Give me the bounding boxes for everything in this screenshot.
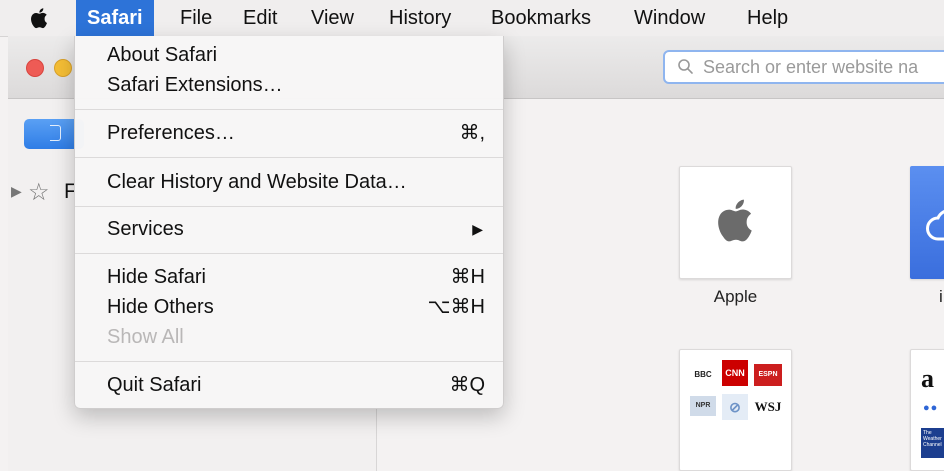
menu-separator	[75, 253, 503, 254]
menu-item-quit-safari[interactable]: Quit Safari ⌘Q	[75, 370, 503, 400]
menu-item-show-all: Show All	[75, 322, 503, 352]
menu-item-hide-safari[interactable]: Hide Safari ⌘H	[75, 262, 503, 292]
cloud-icon	[926, 210, 944, 241]
menu-item-preferences[interactable]: Preferences… ⌘,	[75, 118, 503, 148]
menu-item-label: Show All	[107, 326, 184, 348]
star-icon: ☆	[28, 179, 50, 206]
compass-icon: ⊘	[722, 394, 748, 420]
top-site-label-icloud: i	[939, 287, 943, 306]
top-site-tile-apple[interactable]	[679, 166, 792, 279]
apple-menu-icon[interactable]	[30, 6, 52, 30]
menu-separator	[75, 361, 503, 362]
menu-item-about-safari[interactable]: About Safari	[75, 40, 503, 70]
menu-item-shortcut: ⌘H	[450, 266, 485, 288]
menu-edit[interactable]: Edit	[233, 0, 287, 36]
menu-item-services[interactable]: Services ▶	[75, 214, 503, 244]
menu-item-label: Preferences…	[107, 122, 235, 144]
search-placeholder: Search or enter website na	[703, 57, 919, 77]
flickr-logo-icon: ●●	[923, 402, 939, 414]
menu-item-label: Services	[107, 218, 184, 240]
menu-item-shortcut: ⌘,	[459, 122, 485, 144]
menu-item-label: About Safari	[107, 44, 218, 66]
menu-item-label: Hide Others	[107, 296, 214, 318]
apple-logo-icon	[718, 199, 752, 242]
menu-item-label: Safari Extensions…	[107, 74, 283, 96]
espn-logo: ESPN	[754, 364, 782, 386]
close-window-button[interactable]	[26, 59, 44, 77]
cnn-logo: CNN	[722, 360, 748, 386]
wsj-logo: WSJ	[754, 399, 782, 414]
menu-view[interactable]: View	[301, 0, 364, 36]
menu-item-label: Clear History and Website Data…	[107, 171, 407, 193]
menu-item-safari-extensions[interactable]: Safari Extensions…	[75, 70, 503, 100]
top-site-label-apple: Apple	[713, 287, 758, 306]
safari-dropdown-menu: About Safari Safari Extensions… Preferen…	[74, 36, 504, 409]
menu-item-label: Hide Safari	[107, 266, 206, 288]
menu-item-shortcut: ⌥⌘H	[427, 296, 486, 318]
submenu-arrow-icon: ▶	[472, 221, 483, 237]
menu-separator	[75, 206, 503, 207]
menu-separator	[75, 157, 503, 158]
weather-channel-logo: The Weather Channel	[921, 428, 944, 458]
menu-item-shortcut: ⌘Q	[449, 374, 485, 396]
menu-file[interactable]: File	[170, 0, 222, 36]
top-site-tile-icloud[interactable]	[910, 166, 944, 279]
menu-item-label: Quit Safari	[107, 374, 202, 396]
menu-safari[interactable]: Safari	[76, 0, 154, 36]
bbc-logo: BBC	[690, 364, 716, 386]
disclosure-triangle-icon[interactable]: ▶	[11, 183, 22, 200]
top-site-tile-news[interactable]: BBC CNN ESPN NPR ⊘ WSJ	[679, 349, 792, 471]
npr-logo: NPR	[690, 396, 716, 416]
amazon-logo: a	[921, 364, 934, 393]
menu-help[interactable]: Help	[737, 0, 798, 36]
search-icon	[678, 59, 693, 74]
top-site-tile-amazon[interactable]: a ●● The Weather Channel	[910, 349, 944, 471]
menu-history[interactable]: History	[379, 0, 461, 36]
menu-separator	[75, 109, 503, 110]
menu-item-clear-history[interactable]: Clear History and Website Data…	[75, 167, 503, 197]
menu-bar: Safari File Edit View History Bookmarks …	[0, 0, 944, 37]
book-icon	[50, 125, 61, 141]
menu-item-hide-others[interactable]: Hide Others ⌥⌘H	[75, 292, 503, 322]
menu-window[interactable]: Window	[624, 0, 715, 36]
minimize-window-button[interactable]	[54, 59, 72, 77]
menu-bookmarks[interactable]: Bookmarks	[481, 0, 601, 36]
search-address-field[interactable]: Search or enter website na	[663, 50, 944, 84]
